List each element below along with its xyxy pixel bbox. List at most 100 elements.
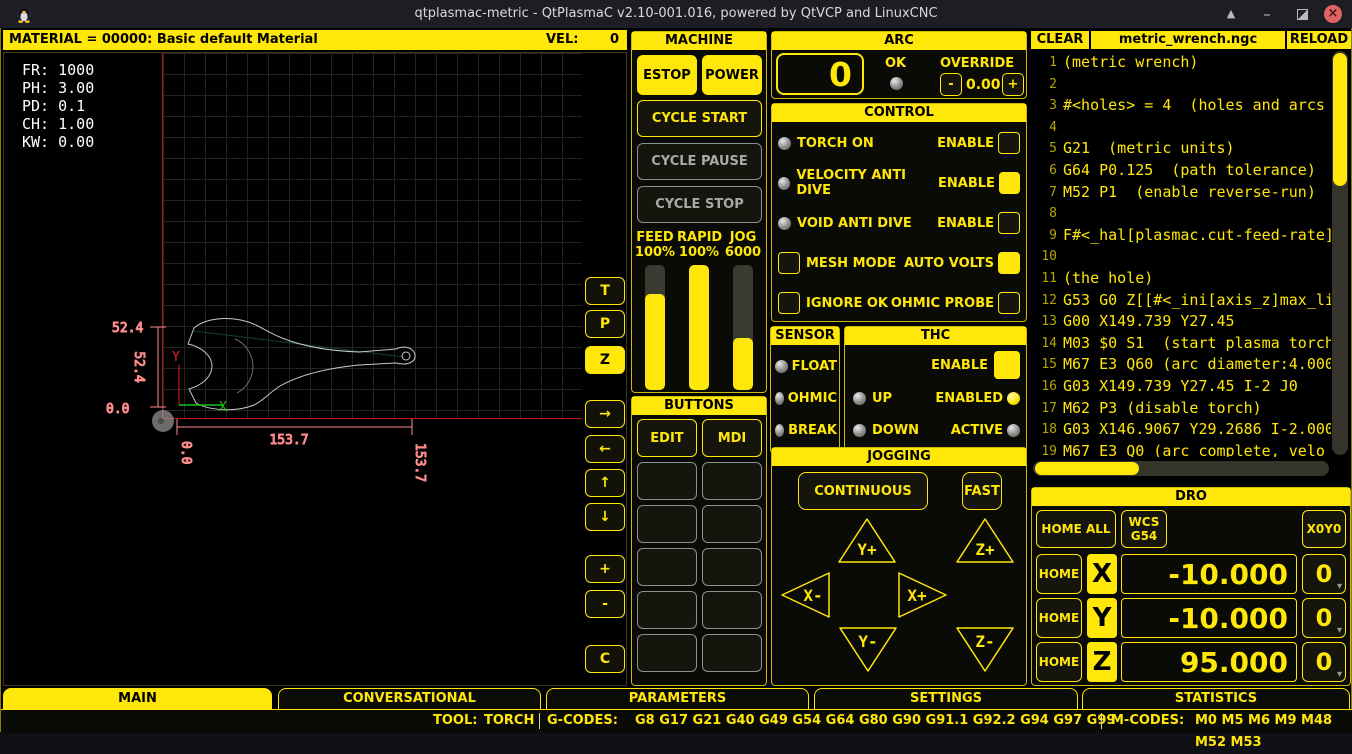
mdi-button[interactable]: MDI xyxy=(702,419,762,457)
x-zero-button[interactable]: 0▾ xyxy=(1302,554,1346,594)
wcs-g54-button[interactable]: WCSG54 xyxy=(1121,510,1167,548)
tab-statistics[interactable]: STATISTICS xyxy=(1082,688,1350,709)
gcode-filename[interactable]: metric_wrench.ngc xyxy=(1091,31,1285,49)
x-axis-letter: X xyxy=(1087,554,1117,594)
gcode-reload-button[interactable]: RELOAD xyxy=(1287,31,1351,49)
shade-window-button[interactable]: ▲ xyxy=(1222,5,1240,23)
user-button-empty[interactable] xyxy=(637,505,697,543)
window-title: qtplasmac-metric - QtPlasmaC v2.10-001.0… xyxy=(0,6,1352,21)
user-button-empty[interactable] xyxy=(702,634,762,672)
view-top-button[interactable]: T xyxy=(585,277,625,305)
mesh-mode-checkbox[interactable] xyxy=(778,252,800,274)
thc-enable-checkbox[interactable] xyxy=(994,351,1020,379)
auto-volts-checkbox[interactable] xyxy=(998,252,1020,274)
tab-main[interactable]: MAIN xyxy=(3,688,272,709)
break-label: BREAK xyxy=(788,423,837,438)
gcode-horizontal-scrollbar[interactable] xyxy=(1033,461,1329,476)
tab-conversational[interactable]: CONVERSATIONAL xyxy=(278,688,541,709)
close-button[interactable]: × xyxy=(1324,5,1342,23)
override-minus-button[interactable]: - xyxy=(940,73,962,96)
user-button-empty[interactable] xyxy=(702,505,762,543)
void-anti-dive-checkbox[interactable] xyxy=(998,212,1020,234)
jog-z-plus-button[interactable]: Z+ xyxy=(953,514,1017,568)
jog-y-plus-button[interactable]: Y+ xyxy=(835,514,899,568)
gcode-line-text: G53 G0 Z[[#<_ini[axis_z]max_li xyxy=(1063,290,1331,312)
ohmic-probe-label: OHMIC PROBE xyxy=(891,296,994,311)
home-x-button[interactable]: HOME xyxy=(1036,554,1082,594)
cycle-start-button[interactable]: CYCLE START xyxy=(637,100,762,137)
jog-fast-button[interactable]: FAST xyxy=(962,472,1002,510)
chevron-down-icon: ▾ xyxy=(1337,670,1342,680)
torch-on-led xyxy=(778,137,791,150)
thc-enable-label: ENABLE xyxy=(931,358,988,373)
user-button-empty[interactable] xyxy=(637,634,697,672)
gcode-line-text: G00 X149.739 Y27.45 xyxy=(1063,311,1235,333)
gcode-horizontal-scrollbar-thumb[interactable] xyxy=(1035,462,1139,475)
user-button-empty[interactable] xyxy=(702,548,762,586)
user-button-empty[interactable] xyxy=(637,548,697,586)
jog-continuous-button[interactable]: CONTINUOUS xyxy=(798,472,928,510)
gcode-line-number: 9 xyxy=(1031,225,1057,247)
gcode-line-text: G64 P0.125 (path tolerance) xyxy=(1063,160,1316,182)
x0y0-button[interactable]: X0Y0 xyxy=(1302,510,1346,548)
jog-x-minus-button[interactable]: X- xyxy=(777,568,835,622)
rapid-override-slider[interactable] xyxy=(689,265,709,390)
z-zero-button[interactable]: 0▾ xyxy=(1302,642,1346,682)
tab-parameters[interactable]: PARAMETERS xyxy=(546,688,809,709)
torch-enable-checkbox[interactable] xyxy=(998,132,1020,154)
user-button-empty[interactable] xyxy=(637,591,697,629)
jog-y-minus-button[interactable]: Y- xyxy=(836,622,900,676)
gcode-line-number: 13 xyxy=(1031,311,1057,333)
maximize-button[interactable] xyxy=(1297,9,1308,20)
gcode-vertical-scrollbar[interactable] xyxy=(1332,51,1348,455)
material-bar[interactable]: MATERIAL = 00000: Basic default Material… xyxy=(3,30,627,50)
gcode-vertical-scrollbar-thumb[interactable] xyxy=(1333,53,1347,186)
zoom-out-button[interactable]: - xyxy=(585,590,625,618)
gcode-line-text: M67 E3 Q60 (arc diameter:4.000 xyxy=(1063,354,1331,376)
gcode-line: 19M67 E3 Q0 (arc complete, velo xyxy=(1031,441,1331,457)
z-axis-dro: 95.000 xyxy=(1121,642,1297,682)
edit-button[interactable]: EDIT xyxy=(637,419,697,457)
override-plus-button[interactable]: + xyxy=(1002,73,1024,96)
user-button-empty[interactable] xyxy=(637,462,697,500)
jog-value: 6000 xyxy=(721,245,765,260)
home-z-button[interactable]: HOME xyxy=(1036,642,1082,682)
home-all-button[interactable]: HOME ALL xyxy=(1036,510,1116,548)
zoom-in-button[interactable]: + xyxy=(585,555,625,583)
pan-down-button[interactable]: ↓ xyxy=(585,503,625,531)
main-window: MATERIAL = 00000: Basic default Material… xyxy=(0,28,1352,732)
y-axis-letter: Y xyxy=(1087,598,1117,638)
jog-x-plus-button[interactable]: X+ xyxy=(893,568,951,622)
jog-speed-slider[interactable] xyxy=(733,265,753,390)
estop-button[interactable]: ESTOP xyxy=(637,55,697,95)
dim-max-x-rotated: 153.7 xyxy=(412,443,427,482)
pan-up-button[interactable]: ↑ xyxy=(585,469,625,497)
user-button-empty[interactable] xyxy=(702,591,762,629)
gcode-clear-button[interactable]: CLEAR xyxy=(1031,31,1089,49)
wrench-outline-path xyxy=(188,319,415,410)
tab-settings[interactable]: SETTINGS xyxy=(814,688,1078,709)
ignore-ok-checkbox[interactable] xyxy=(778,292,800,314)
clear-plot-button[interactable]: C xyxy=(585,645,625,673)
gcode-line-text: M67 E3 Q0 (arc complete, velo xyxy=(1063,441,1325,457)
minimize-button[interactable]: – xyxy=(1258,5,1276,23)
cycle-pause-button[interactable]: CYCLE PAUSE xyxy=(637,143,762,180)
y-zero-button[interactable]: 0▾ xyxy=(1302,598,1346,638)
feed-label: FEED xyxy=(633,230,677,245)
gcode-preview-panel[interactable]: FR: 1000 PH: 3.00 PD: 0.1 CH: 1.00 KW: 0… xyxy=(3,52,627,686)
pan-right-button[interactable]: → xyxy=(585,400,625,428)
cycle-stop-button[interactable]: CYCLE STOP xyxy=(637,186,762,223)
jog-z-minus-button[interactable]: Z- xyxy=(953,622,1017,676)
ohmic-probe-checkbox[interactable] xyxy=(998,292,1020,314)
feed-override-slider[interactable] xyxy=(645,265,665,390)
machine-panel: MACHINE ESTOP POWER CYCLE START CYCLE PA… xyxy=(631,31,767,393)
view-z-button[interactable]: Z xyxy=(585,346,625,374)
home-y-button[interactable]: HOME xyxy=(1036,598,1082,638)
gcode-lines[interactable]: 1(metric wrench)23#<holes> = 4 (holes an… xyxy=(1031,49,1331,457)
gcode-line: 1(metric wrench) xyxy=(1031,52,1331,74)
pan-left-button[interactable]: ← xyxy=(585,435,625,463)
user-button-empty[interactable] xyxy=(702,462,762,500)
power-button[interactable]: POWER xyxy=(702,55,762,95)
view-perspective-button[interactable]: P xyxy=(585,310,625,338)
velocity-anti-dive-checkbox[interactable] xyxy=(999,172,1020,194)
